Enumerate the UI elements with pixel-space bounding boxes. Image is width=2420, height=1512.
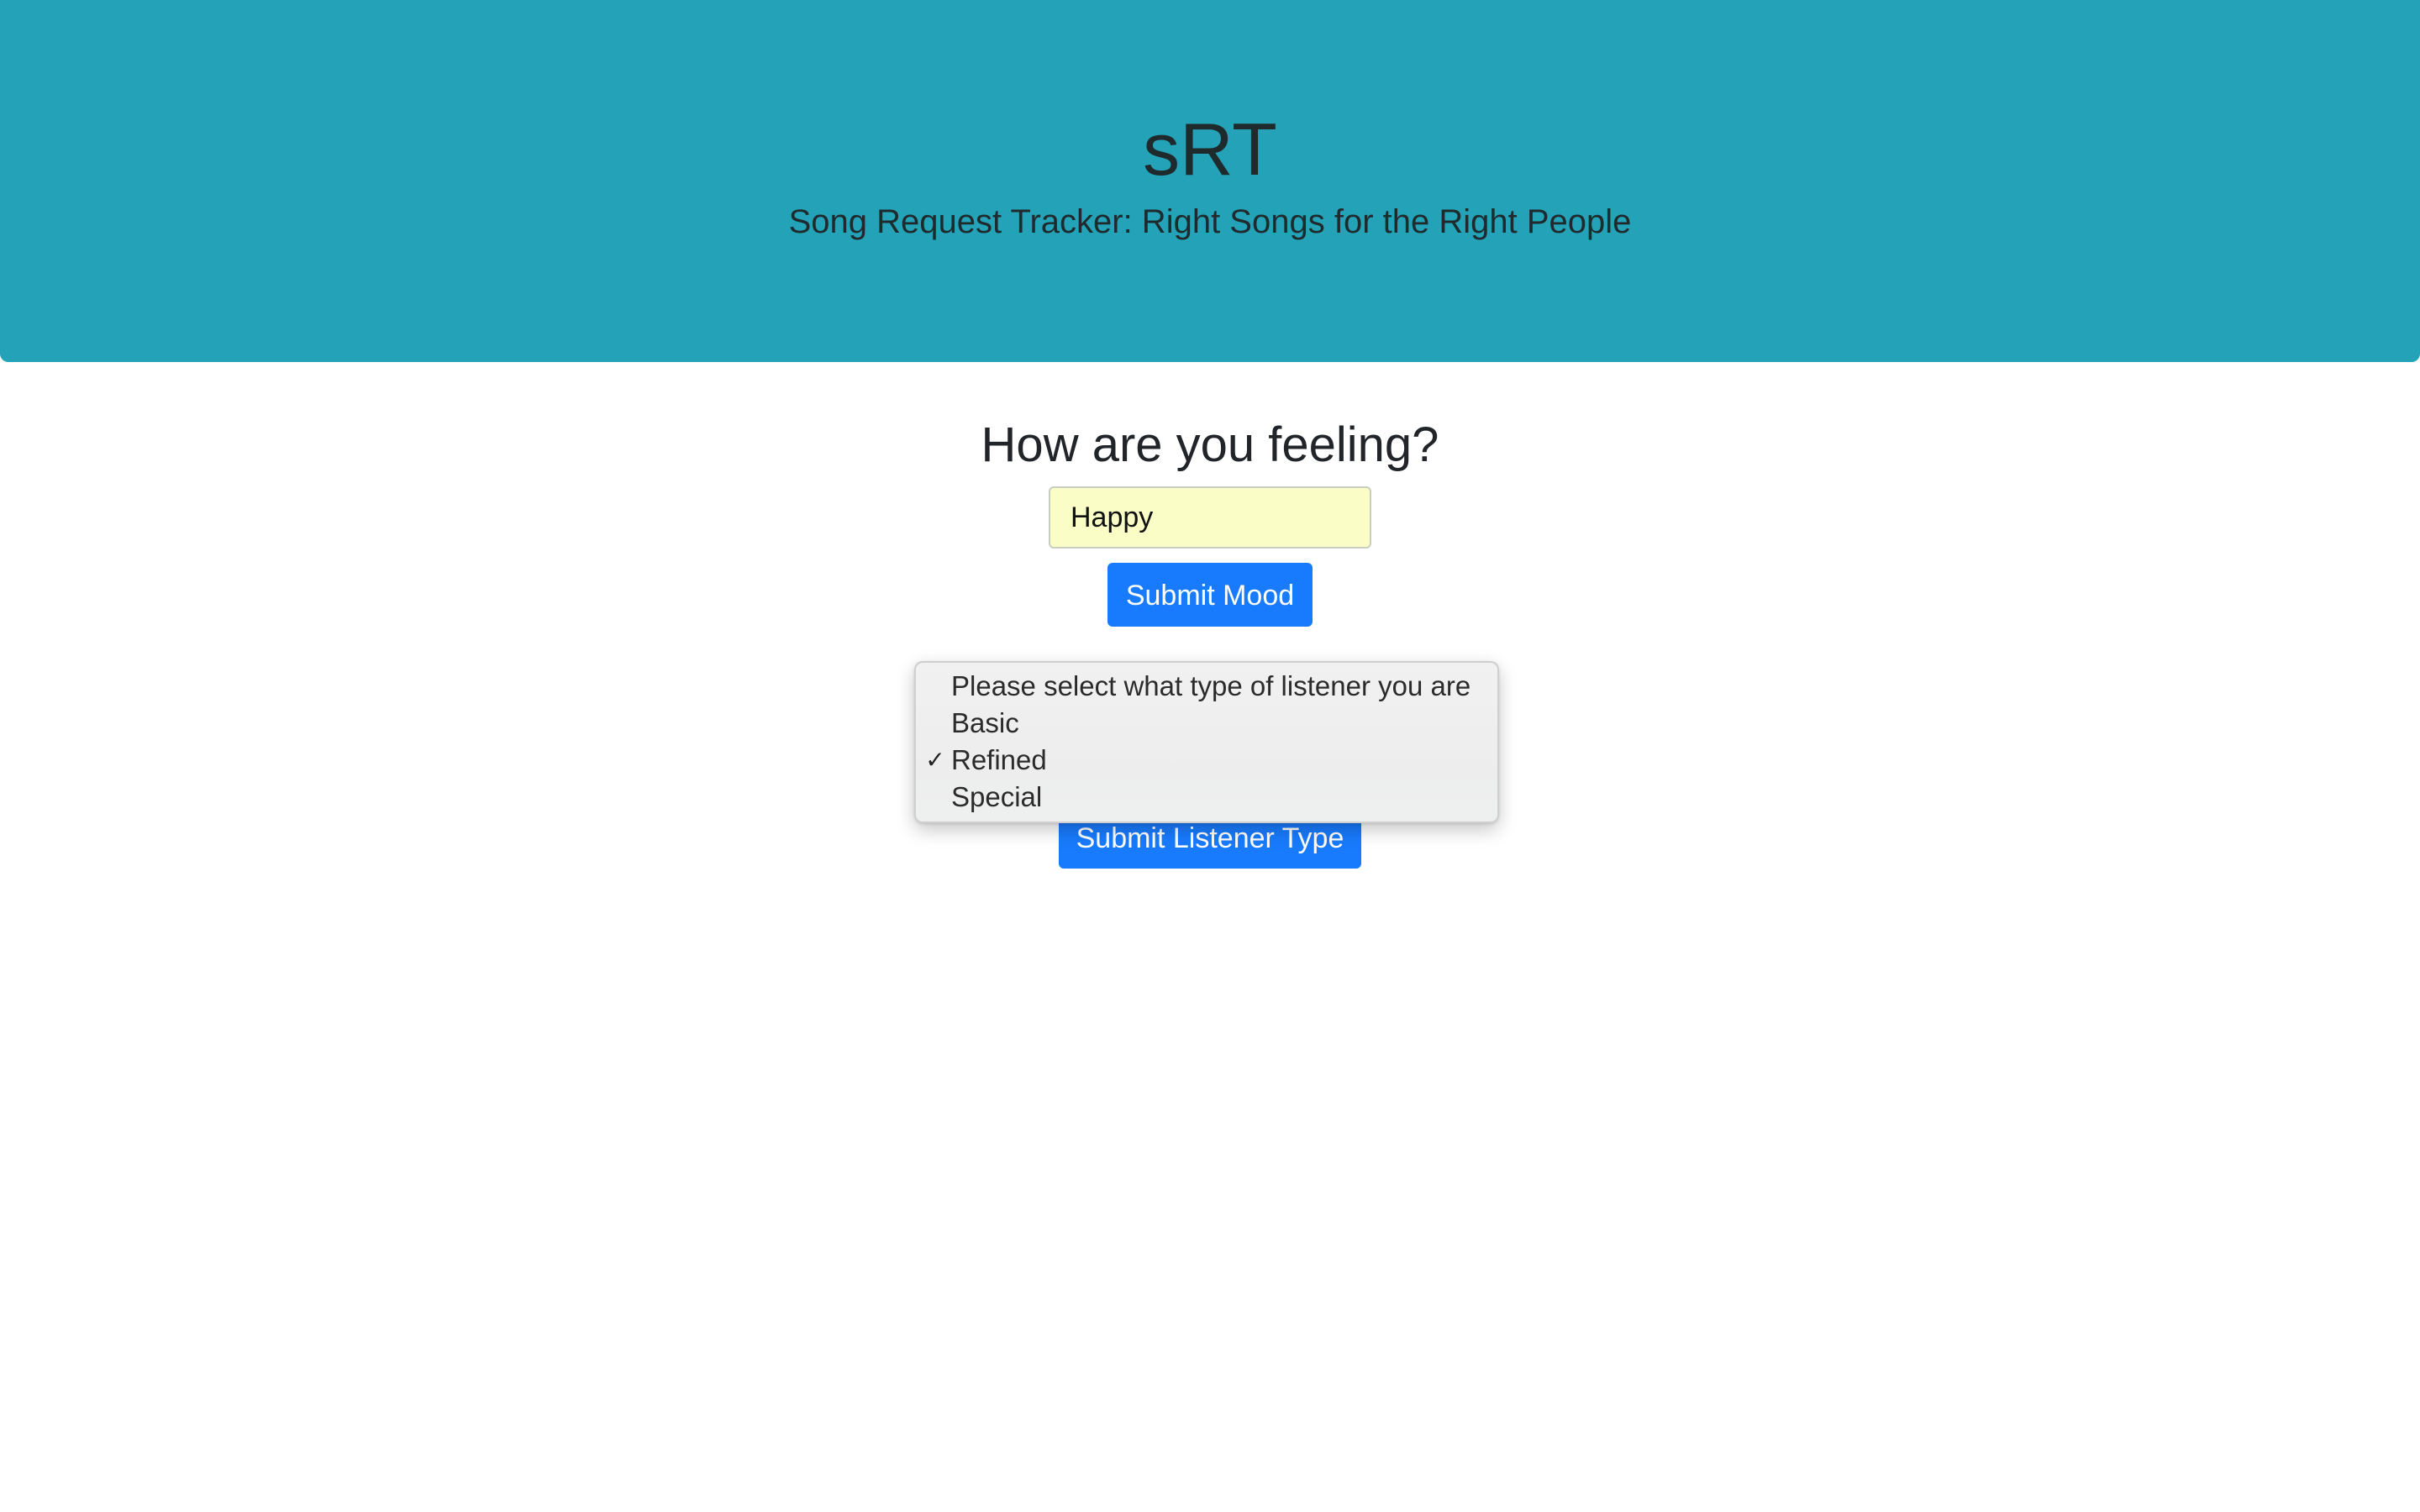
listener-option-special[interactable]: Special [916, 779, 1497, 816]
listener-option-basic[interactable]: Basic [916, 705, 1497, 742]
listener-option-label: Please select what type of listener you … [951, 670, 1471, 701]
app-title: sRT [1143, 108, 1277, 191]
mood-heading: How are you feeling? [981, 417, 1439, 472]
listener-option-label: Refined [951, 744, 1047, 775]
listener-option-refined[interactable]: ✓ Refined [916, 742, 1497, 779]
listener-option-label: Basic [951, 707, 1019, 738]
listener-option-label: Special [951, 781, 1043, 812]
listener-type-dropdown[interactable]: Please select what type of listener you … [914, 661, 1499, 823]
header-banner: sRT Song Request Tracker: Right Songs fo… [0, 0, 2420, 362]
mood-input[interactable] [1049, 486, 1371, 549]
listener-option-placeholder[interactable]: Please select what type of listener you … [916, 668, 1497, 705]
page: sRT Song Request Tracker: Right Songs fo… [0, 0, 2420, 1512]
checkmark-icon: ✓ [925, 746, 945, 774]
submit-mood-button[interactable]: Submit Mood [1107, 563, 1313, 627]
app-subtitle: Song Request Tracker: Right Songs for th… [788, 203, 1632, 240]
